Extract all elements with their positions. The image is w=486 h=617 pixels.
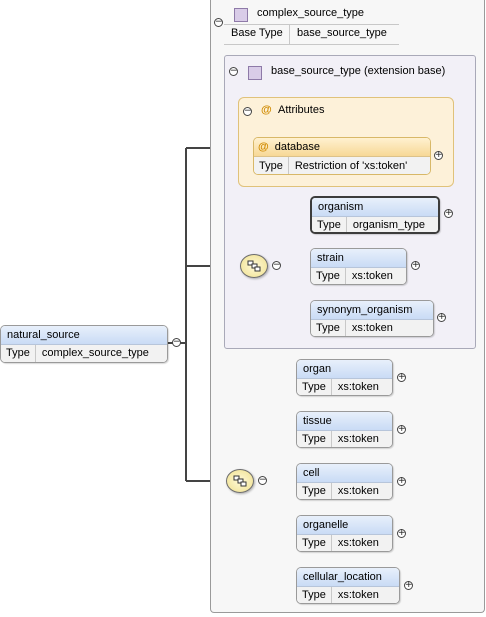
- element-name: cell: [297, 464, 392, 483]
- element-type-row: Type xs:token: [297, 483, 392, 499]
- type-label: Type: [311, 320, 346, 336]
- collapse-icon[interactable]: −: [172, 338, 181, 347]
- expand-icon[interactable]: +: [444, 209, 453, 218]
- element-type-row: Type xs:token: [311, 268, 406, 284]
- attribute-name-row: @ database: [254, 138, 430, 157]
- attribute-name: database: [274, 141, 320, 153]
- element-type-row: Type xs:token: [297, 535, 392, 551]
- expand-icon[interactable]: +: [411, 261, 420, 270]
- sequence-icon: [247, 260, 261, 272]
- element-type-row: Type xs:token: [297, 587, 399, 603]
- type-value: xs:token: [337, 381, 379, 393]
- attribute-type-row: Type Restriction of 'xs:token': [254, 157, 430, 174]
- expand-icon[interactable]: +: [397, 425, 406, 434]
- element-type-row: Type complex_source_type: [1, 345, 167, 362]
- type-label: Type: [297, 535, 332, 551]
- element-name: organ: [297, 360, 392, 379]
- collapse-icon[interactable]: −: [258, 476, 267, 485]
- root-element-natural-source[interactable]: natural_source Type complex_source_type: [0, 325, 168, 363]
- element-strain[interactable]: strain Type xs:token: [310, 248, 407, 285]
- attribute-database[interactable]: @ database Type Restriction of 'xs:token': [253, 137, 431, 175]
- attribute-icon: @: [258, 141, 269, 153]
- element-name: organelle: [297, 516, 392, 535]
- extension-title: base_source_type (extension base): [271, 65, 446, 77]
- collapse-icon[interactable]: −: [229, 67, 238, 76]
- type-label: Type: [1, 345, 36, 362]
- type-value: xs:token: [337, 485, 379, 497]
- attributes-title: Attributes: [278, 104, 325, 116]
- expand-icon[interactable]: +: [404, 581, 413, 590]
- complex-type-name: complex_source_type: [257, 7, 365, 19]
- element-organism[interactable]: organism Type organism_type: [310, 196, 440, 234]
- element-type-row: Type organism_type: [312, 217, 438, 232]
- element-tissue[interactable]: tissue Type xs:token: [296, 411, 393, 448]
- divider: [289, 25, 290, 45]
- attribute-icon: @: [261, 104, 272, 116]
- base-type-label: Base Type: [231, 27, 283, 39]
- element-name: cellular_location: [297, 568, 399, 587]
- element-name: synonym_organism: [311, 301, 433, 320]
- divider: [224, 44, 399, 45]
- type-label: Type: [297, 587, 332, 603]
- type-value: complex_source_type: [41, 347, 149, 359]
- type-value: organism_type: [352, 219, 426, 231]
- sequence-compositor-icon[interactable]: [226, 469, 254, 493]
- element-organelle[interactable]: organelle Type xs:token: [296, 515, 393, 552]
- divider: [224, 24, 399, 25]
- element-organ[interactable]: organ Type xs:token: [296, 359, 393, 396]
- type-label: Type: [297, 431, 332, 447]
- type-value: xs:token: [337, 589, 379, 601]
- element-cell[interactable]: cell Type xs:token: [296, 463, 393, 500]
- type-label: Type: [254, 157, 289, 174]
- element-type-row: Type xs:token: [297, 379, 392, 395]
- collapse-icon[interactable]: −: [272, 261, 281, 270]
- element-type-row: Type xs:token: [297, 431, 392, 447]
- expand-icon[interactable]: +: [434, 151, 443, 160]
- type-value: xs:token: [351, 270, 393, 282]
- expand-icon[interactable]: +: [397, 477, 406, 486]
- sequence-icon: [233, 475, 247, 487]
- element-type-row: Type xs:token: [311, 320, 433, 336]
- complex-type-icon: [234, 8, 248, 22]
- type-label: Type: [311, 268, 346, 284]
- collapse-icon[interactable]: −: [214, 18, 223, 27]
- expand-icon[interactable]: +: [437, 313, 446, 322]
- type-label: Type: [312, 217, 347, 232]
- type-value: xs:token: [337, 537, 379, 549]
- base-type-icon: [248, 66, 262, 80]
- base-type-value: base_source_type: [297, 27, 387, 39]
- element-name: tissue: [297, 412, 392, 431]
- element-name: strain: [311, 249, 406, 268]
- type-value: Restriction of 'xs:token': [294, 160, 408, 172]
- type-label: Type: [297, 379, 332, 395]
- element-name: organism: [312, 198, 438, 217]
- sequence-compositor-icon[interactable]: [240, 254, 268, 278]
- expand-icon[interactable]: +: [397, 373, 406, 382]
- element-synonym-organism[interactable]: synonym_organism Type xs:token: [310, 300, 434, 337]
- element-name: natural_source: [1, 326, 167, 345]
- expand-icon[interactable]: +: [397, 529, 406, 538]
- element-cellular-location[interactable]: cellular_location Type xs:token: [296, 567, 400, 604]
- type-label: Type: [297, 483, 332, 499]
- type-value: xs:token: [337, 433, 379, 445]
- collapse-icon[interactable]: −: [243, 107, 252, 116]
- type-value: xs:token: [351, 322, 393, 334]
